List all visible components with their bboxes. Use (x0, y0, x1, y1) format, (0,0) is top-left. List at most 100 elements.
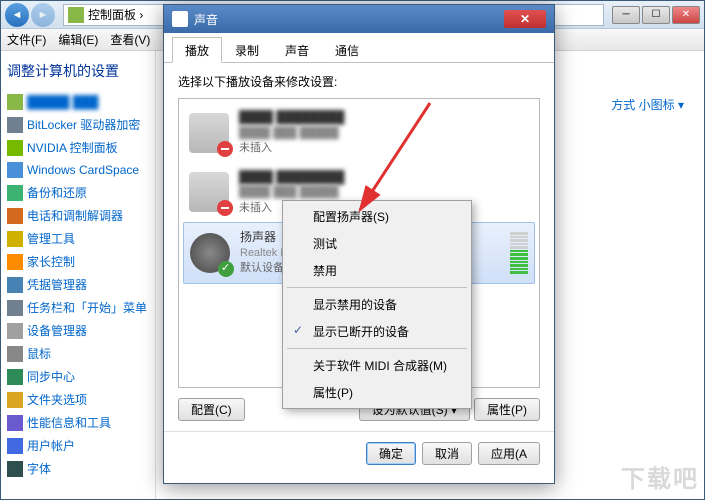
sound-dialog-title: 声音 (194, 11, 218, 28)
sound-dialog-close-button[interactable]: ✕ (504, 10, 546, 28)
properties-button[interactable]: 属性(P) (474, 398, 540, 421)
sidebar-label: NVIDIA 控制面板 (27, 139, 118, 156)
menu-item-7[interactable]: 关于软件 MIDI 合成器(M) (285, 352, 469, 379)
sound-dialog-titlebar[interactable]: 声音 ✕ (164, 5, 554, 33)
sidebar-item-14[interactable]: 性能信息和工具 (7, 411, 149, 434)
sidebar-item-3[interactable]: Windows CardSpace (7, 159, 149, 181)
sidebar-label: 电话和调制解调器 (27, 207, 123, 224)
sidebar-item-2[interactable]: NVIDIA 控制面板 (7, 136, 149, 159)
sidebar-icon (7, 140, 23, 156)
menu-item-0[interactable]: 配置扬声器(S) (285, 203, 469, 230)
page-heading: 调整计算机的设置 (7, 61, 149, 81)
sound-dialog-tabs: 播放录制声音通信 (164, 37, 554, 63)
monitor-icon (189, 113, 229, 153)
tab-录制[interactable]: 录制 (222, 37, 272, 62)
status-badge (218, 261, 234, 277)
sidebar-icon (7, 117, 23, 133)
menu-separator (287, 287, 467, 288)
sidebar-icon (7, 369, 23, 385)
sidebar-icon (7, 231, 23, 247)
menu-item-4[interactable]: 显示禁用的设备 (285, 291, 469, 318)
minimize-button[interactable]: ─ (612, 6, 640, 24)
sidebar-icon (7, 323, 23, 339)
sidebar-item-12[interactable]: 同步中心 (7, 365, 149, 388)
sidebar-icon (7, 346, 23, 362)
sidebar-label: 设备管理器 (27, 322, 87, 339)
device-sub: ████ ███ █████ (239, 185, 529, 200)
sidebar-icon (7, 162, 23, 178)
menu-view[interactable]: 查看(V) (110, 31, 150, 48)
sidebar-label: 字体 (27, 460, 51, 477)
device-status: 未插入 (239, 141, 529, 156)
sidebar-item-1[interactable]: BitLocker 驱动器加密 (7, 113, 149, 136)
tab-声音[interactable]: 声音 (272, 37, 322, 62)
device-0[interactable]: ████ ████████████ ███ █████未插入 (183, 103, 535, 163)
back-button[interactable]: ◄ (5, 3, 29, 27)
sidebar-label: Windows CardSpace (27, 163, 139, 177)
sidebar-icon (7, 254, 23, 270)
sidebar-label: 家长控制 (27, 253, 75, 270)
vu-meter (510, 232, 528, 274)
menu-item-5[interactable]: 显示已断开的设备 (285, 318, 469, 345)
sidebar-item-10[interactable]: 设备管理器 (7, 319, 149, 342)
menu-item-2[interactable]: 禁用 (285, 257, 469, 284)
view-options[interactable]: 方式 小图标 ▾ (611, 96, 684, 113)
sidebar-item-5[interactable]: 电话和调制解调器 (7, 204, 149, 227)
sidebar-label: BitLocker 驱动器加密 (27, 116, 140, 133)
device-name: ████ ████████ (239, 109, 529, 126)
breadcrumb-text: 控制面板 › (88, 6, 143, 23)
sidebar-item-9[interactable]: 任务栏和「开始」菜单 (7, 296, 149, 319)
sidebar-item-7[interactable]: 家长控制 (7, 250, 149, 273)
sidebar-label: 凭据管理器 (27, 276, 87, 293)
menu-item-8[interactable]: 属性(P) (285, 379, 469, 406)
sidebar-label: 鼠标 (27, 345, 51, 362)
watermark: 下载吧 (621, 459, 699, 494)
sidebar-item-15[interactable]: 用户帐户 (7, 434, 149, 457)
sound-icon (172, 11, 188, 27)
maximize-button[interactable]: ☐ (642, 6, 670, 24)
sidebar-item-8[interactable]: 凭据管理器 (7, 273, 149, 296)
sidebar-label: 文件夹选项 (27, 391, 87, 408)
sidebar-item-6[interactable]: 管理工具 (7, 227, 149, 250)
apply-button[interactable]: 应用(A (478, 442, 540, 465)
sidebar-item-16[interactable]: 字体 (7, 457, 149, 480)
sidebar-label: 备份和还原 (27, 184, 87, 201)
device-context-menu: 配置扬声器(S)测试禁用显示禁用的设备显示已断开的设备关于软件 MIDI 合成器… (282, 200, 472, 409)
sidebar-icon (7, 94, 23, 110)
ok-button[interactable]: 确定 (366, 442, 416, 465)
cancel-button[interactable]: 取消 (422, 442, 472, 465)
menu-item-1[interactable]: 测试 (285, 230, 469, 257)
sidebar-icon (7, 300, 23, 316)
sidebar-label: 性能信息和工具 (27, 414, 111, 431)
sidebar-label: 任务栏和「开始」菜单 (27, 299, 147, 316)
sidebar-item-13[interactable]: 文件夹选项 (7, 388, 149, 411)
sidebar-icon (7, 438, 23, 454)
sidebar-label: 同步中心 (27, 368, 75, 385)
monitor-icon (189, 172, 229, 212)
sidebar-label: 用户帐户 (27, 437, 75, 454)
sidebar-icon (7, 208, 23, 224)
sidebar-label: 管理工具 (27, 230, 75, 247)
forward-button[interactable]: ► (31, 3, 55, 27)
close-button[interactable]: ✕ (672, 6, 700, 24)
speaker-icon (190, 233, 230, 273)
status-badge (217, 200, 233, 216)
control-panel-icon (68, 7, 84, 23)
status-badge (217, 141, 233, 157)
tab-播放[interactable]: 播放 (172, 37, 222, 63)
tab-通信[interactable]: 通信 (322, 37, 372, 62)
sidebar-icon (7, 415, 23, 431)
configure-button[interactable]: 配置(C) (178, 398, 245, 421)
sidebar-icon (7, 185, 23, 201)
device-name: ████ ████████ (239, 169, 529, 186)
sidebar-item-11[interactable]: 鼠标 (7, 342, 149, 365)
menu-file[interactable]: 文件(F) (7, 31, 46, 48)
instruction-text: 选择以下播放设备来修改设置: (178, 73, 540, 90)
menu-separator (287, 348, 467, 349)
control-panel-sidebar: 调整计算机的设置 █████ ███ BitLocker 驱动器加密 NVIDIA … (1, 51, 156, 499)
sidebar-icon (7, 277, 23, 293)
device-sub: ████ ███ █████ (239, 126, 529, 141)
sidebar-item-0[interactable]: █████ ███ (7, 91, 149, 113)
menu-edit[interactable]: 编辑(E) (58, 31, 98, 48)
sidebar-item-4[interactable]: 备份和还原 (7, 181, 149, 204)
